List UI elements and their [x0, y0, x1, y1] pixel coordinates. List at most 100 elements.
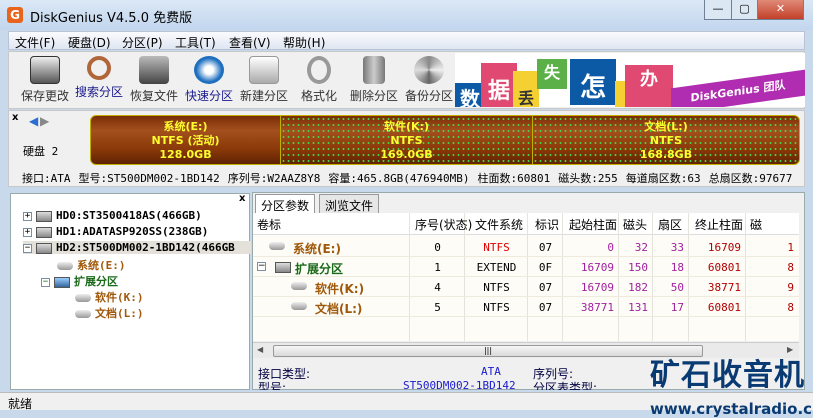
table-cell: 8: [787, 261, 794, 274]
column-header[interactable]: 磁头: [623, 216, 647, 233]
menu-view[interactable]: 查看(V): [229, 34, 271, 51]
expand-icon[interactable]: +: [23, 227, 32, 237]
menu-help[interactable]: 帮助(H): [283, 34, 325, 51]
collapse-icon[interactable]: −: [257, 262, 266, 271]
partition-block-system[interactable]: 系统(E:) NTFS (活动) 128.0GB: [91, 116, 281, 164]
volume-icon: [291, 282, 307, 290]
table-cell: NTFS: [483, 241, 510, 254]
maximize-button[interactable]: ▢: [731, 0, 758, 20]
partition-block-documents[interactable]: 文档(L:) NTFS 168.8GB: [533, 116, 799, 164]
column-header[interactable]: 扇区: [658, 216, 682, 233]
hard-disk-icon: [36, 226, 52, 238]
backup-icon: [414, 56, 444, 84]
scrollbar-thumb[interactable]: |||: [273, 345, 703, 357]
table-cell: 07: [538, 301, 553, 314]
tree-item-hd0[interactable]: + HD0:ST3500418AS(466GB): [23, 209, 202, 222]
disk-info-line: 接口:ATA 型号:ST500DM002-1BD142 序列号:W2AAZ8Y8 容量…: [22, 172, 793, 185]
tree-item-system[interactable]: 系统(E:): [57, 257, 126, 273]
table-cell: EXTEND: [476, 261, 517, 274]
hard-disk-icon: [36, 210, 52, 222]
tree-item-hd1[interactable]: + HD1:ADATASP920SS(238GB): [23, 225, 208, 238]
table-cell: 0: [434, 241, 441, 254]
table-cell: 17: [670, 301, 684, 314]
format-button[interactable]: 格式化: [291, 56, 347, 104]
tree-item-extended[interactable]: − 扩展分区: [41, 273, 118, 289]
table-cell: 16709: [707, 241, 741, 254]
table-cell: 38771: [707, 281, 741, 294]
table-cell: 07: [538, 281, 553, 294]
volume-icon: [75, 294, 91, 302]
table-row[interactable]: 文档(L:) 5 NTFS 07 38771 131 17 60801 8: [253, 297, 799, 317]
column-header[interactable]: 卷标: [257, 216, 281, 233]
save-button[interactable]: 保存更改: [17, 56, 73, 104]
format-icon: [307, 56, 331, 84]
expand-icon[interactable]: +: [23, 211, 32, 221]
panel-close-icon[interactable]: x: [12, 112, 18, 123]
tree-close-icon[interactable]: x: [239, 193, 245, 204]
table-cell: 33: [670, 241, 684, 254]
quick-partition-button[interactable]: 快速分区: [181, 56, 237, 104]
table-cell: 131: [628, 301, 648, 314]
volume-label: 文档(L:): [315, 302, 363, 316]
volume-label: 扩展分区: [295, 262, 344, 276]
quick-partition-icon: [194, 56, 224, 84]
table-row[interactable]: 软件(K:) 4 NTFS 07 16709 182 50 38771 9: [253, 277, 799, 297]
new-partition-button[interactable]: 新建分区: [236, 56, 292, 104]
table-cell: 16709: [580, 261, 614, 274]
close-button[interactable]: ✕: [757, 0, 804, 20]
delete-icon: [363, 56, 385, 84]
menu-file[interactable]: 文件(F): [15, 34, 55, 51]
column-header[interactable]: 文件系统: [475, 216, 523, 233]
table-cell: 32: [634, 241, 648, 254]
table-row[interactable]: 系统(E:) 0 NTFS 07 0 32 33 16709 1: [253, 237, 799, 257]
volume-label: 系统(E:): [293, 242, 341, 256]
column-header[interactable]: 终止柱面: [695, 216, 743, 233]
next-disk-arrow-icon[interactable]: ▶: [40, 114, 49, 128]
table-cell: 150: [628, 261, 648, 274]
status-text: 就绪: [8, 397, 33, 411]
table-cell: 18: [670, 261, 684, 274]
column-header[interactable]: 标识: [535, 216, 559, 233]
scroll-left-icon[interactable]: ◀: [257, 345, 263, 354]
column-header[interactable]: 磁: [750, 216, 762, 233]
search-partition-button[interactable]: 搜索分区: [71, 56, 127, 100]
table-cell: NTFS: [483, 281, 510, 294]
disk-partition-bar: 系统(E:) NTFS (活动) 128.0GB 软件(K:) NTFS 169.0GB…: [90, 115, 800, 165]
promo-banner[interactable]: 数 据 丢 失 怎 么 办 DiskGenius 团队: [455, 53, 805, 107]
menu-partition[interactable]: 分区(P): [122, 34, 163, 51]
column-header[interactable]: 序号(状态): [415, 216, 472, 233]
collapse-icon[interactable]: −: [41, 277, 50, 287]
partition-block-software[interactable]: 软件(K:) NTFS 169.0GB: [281, 116, 533, 164]
previous-disk-arrow-icon[interactable]: ◀: [29, 114, 38, 128]
tab-partition-params[interactable]: 分区参数: [255, 194, 316, 213]
menu-bar: 文件(F) 硬盘(D) 分区(P) 工具(T) 查看(V) 帮助(H): [8, 31, 805, 50]
backup-partition-button[interactable]: 备份分区: [401, 56, 457, 104]
table-cell: 4: [434, 281, 441, 294]
table-cell: 60801: [707, 261, 741, 274]
search-icon: [87, 56, 111, 80]
menu-disk[interactable]: 硬盘(D): [68, 34, 111, 51]
recover-icon: [139, 56, 169, 84]
title-bar: G DiskGenius V4.5.0 免费版 — ▢ ✕: [0, 0, 813, 30]
tree-item-documents[interactable]: 文档(L:): [75, 305, 144, 321]
delete-partition-button[interactable]: 删除分区: [346, 56, 402, 104]
table-cell: 16709: [580, 281, 614, 294]
collapse-icon[interactable]: −: [23, 243, 32, 253]
minimize-button[interactable]: —: [704, 0, 732, 20]
window-title: DiskGenius V4.5.0 免费版: [30, 11, 193, 26]
recover-files-button[interactable]: 恢复文件: [126, 56, 182, 104]
column-header[interactable]: 起始柱面: [569, 216, 617, 233]
disk-tree: + HD0:ST3500418AS(466GB) + HD1:ADATASP920S…: [10, 193, 251, 390]
disk-label: 硬盘 2: [23, 145, 59, 158]
menu-tools[interactable]: 工具(T): [175, 34, 216, 51]
volume-icon: [57, 262, 73, 270]
table-row[interactable]: − 扩展分区 1 EXTEND 0F 16709 150 18 60801 8: [253, 257, 799, 277]
table-cell: 8: [787, 301, 794, 314]
table-cell: 1: [434, 261, 441, 274]
tree-item-software[interactable]: 软件(K:): [75, 289, 144, 305]
tree-item-hd2[interactable]: − HD2:ST500DM002-1BD142(466GB: [23, 241, 251, 254]
extended-partition-icon: [54, 276, 70, 288]
save-icon: [30, 56, 60, 84]
tab-browse-files[interactable]: 浏览文件: [319, 194, 380, 213]
watermark: 矿石收音机 www.crystalradio.cn: [650, 358, 813, 418]
